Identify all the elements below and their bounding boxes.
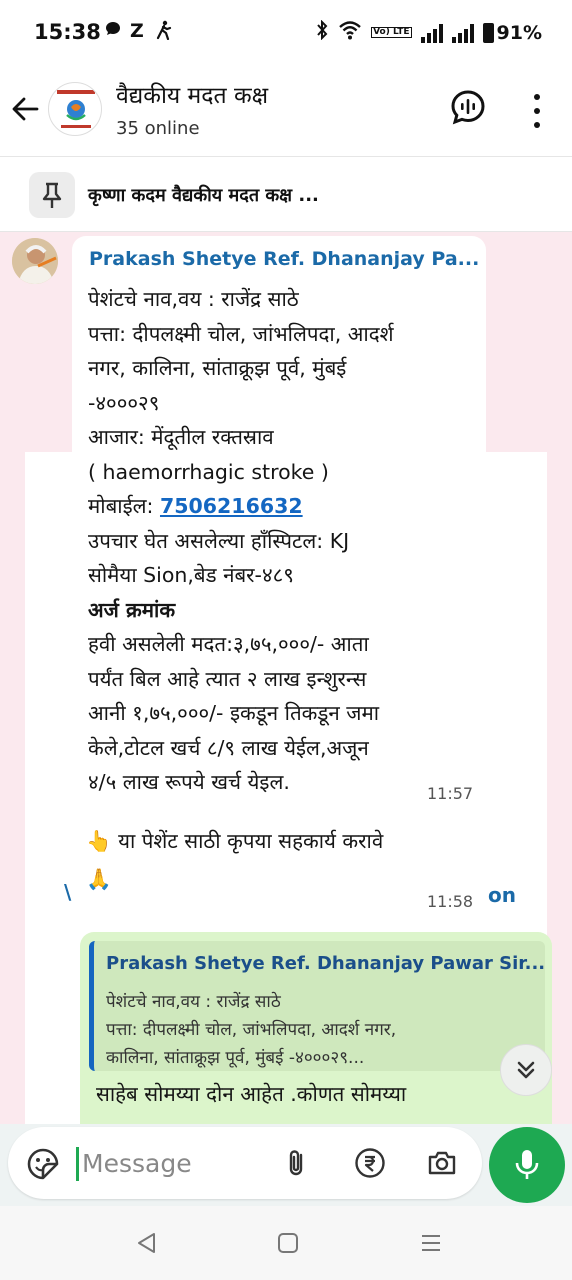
message-placeholder: Message [82,1149,192,1178]
pin-icon [29,172,75,218]
message-line: -४०००२९ [88,390,160,415]
quoted-sender: Prakash Shetye Ref. Dhananjay Pawar Sir.… [106,953,546,974]
message-line: पर्यंत बिल आहे त्यात २ लाख इन्शुरन्स [88,666,367,691]
quoted-line: पत्ता: दीपलक्ष्मी चोल, जांभलिपदा, आदर्श … [106,1020,397,1040]
scroll-to-bottom-button[interactable] [500,1044,552,1096]
message-text: 👆 या पेशेंट साठी कृपया सहकार्य करावे 🙏 [86,822,383,898]
mobile-line: मोबाईल: 7506216632 [88,489,480,524]
voice-chat-icon[interactable] [450,89,486,125]
phone-number-link[interactable]: 7506216632 [160,494,303,518]
text-cursor [76,1147,79,1181]
wifi-icon [338,20,362,45]
reply-text: साहेब सोमय्या दोन आहेत .कोणत सोमय्या [96,1082,407,1106]
more-options-icon[interactable] [526,91,548,131]
group-name[interactable]: वैद्यकीय मदत कक्ष [116,78,268,110]
mobile-label: मोबाईल: [88,494,160,518]
pinned-message-bar[interactable]: कृष्णा कदम वैद्यकीय मदत कक्ष ... [0,156,572,232]
quoted-line: कालिना, सांताक्रूझ पूर्व, मुंबई -४०००२९.… [106,1048,365,1068]
signal-icon [420,23,443,43]
double-chevron-down-icon [517,1061,535,1079]
back-arrow-icon[interactable] [10,88,40,133]
message-line: नगर, कालिना, सांताक्रूझ पूर्व, मुंबई [88,356,347,380]
message-time: 11:58 [427,892,474,911]
status-icons: Vo) LTE 91% [315,19,542,45]
camera-icon[interactable] [426,1147,458,1179]
message-time: 11:57 [427,784,474,803]
application-heading: अर्ज क्रमांक [88,597,176,622]
status-bar: 15:38 Z Vo) LTE 91% [0,0,572,66]
message-bubble[interactable]: 👆 या पेशेंट साठी कृपया सहकार्य करावे 🙏 1… [72,812,486,916]
system-navigation-bar [0,1206,572,1280]
microphone-button[interactable] [489,1127,565,1203]
sender-name[interactable]: Prakash Shetye Ref. Dhananjay Pa... [89,248,479,270]
composer-bar: Message [0,1124,572,1206]
battery-percent: 91% [496,21,542,44]
quoted-message[interactable]: Prakash Shetye Ref. Dhananjay Pawar Sir.… [89,941,545,1071]
quoted-line: पेशंटचे नाव,वय : राजेंद्र साठे [106,992,281,1012]
recents-nav-icon[interactable] [418,1230,444,1256]
message-line: हवी असलेली मदत:३,७५,०००/- आता [88,632,369,656]
message-line: या पेशेंट साठी कृपया सहकार्य करावे [118,829,384,853]
signal-icon [451,23,474,43]
outgoing-message-bubble[interactable]: Prakash Shetye Ref. Dhananjay Pawar Sir.… [80,932,552,1124]
message-bubble[interactable]: Prakash Shetye Ref. Dhananjay Pa... पेशं… [72,236,486,806]
online-count: 35 online [116,118,200,139]
battery-icon [482,22,494,43]
pointing-up-emoji: 👆 [86,829,112,853]
message-line: आनी १,७५,०००/- इकडून तिकडून जमा [88,701,380,725]
home-nav-icon[interactable] [275,1230,301,1256]
sender-avatar[interactable] [12,238,58,284]
chat-area[interactable]: \ on Prakash Shetye Ref. Dhananjay Pa...… [0,232,572,1124]
attach-icon[interactable] [280,1147,312,1179]
partial-text-fragment: on [488,883,516,907]
message-line: ४/५ लाख रूपये खर्च येइल. [88,770,290,794]
message-line: पेशंटचे नाव,वय : राजेंद्र साठे [88,287,299,311]
message-input[interactable]: Message [8,1127,482,1199]
chat-header: वैद्यकीय मदत कक्ष 35 online [0,66,572,156]
message-line: सोमैया Sion,बेड नंबर-४८९ [88,563,294,587]
bluetooth-icon [315,19,329,45]
rupee-payment-icon[interactable] [354,1147,386,1179]
status-time: 15:38 [34,20,101,44]
volte-icon: Vo) LTE [371,27,412,38]
message-text: पेशंटचे नाव,वय : राजेंद्र साठे पत्ता: दी… [88,282,480,800]
chat-notification-icon [104,20,122,43]
folded-hands-emoji: 🙏 [86,867,112,891]
message-line: आजार: मेंदूतील रक्तस्राव [88,425,274,449]
battery-indicator: 91% [482,21,542,44]
sticker-icon[interactable] [26,1147,60,1181]
microphone-icon [515,1150,539,1179]
walking-icon [154,20,172,45]
message-line: उपचार घेत असलेल्या हाँस्पिटल: KJ [88,528,350,553]
back-nav-icon[interactable] [134,1230,160,1256]
pinned-message-text: कृष्णा कदम वैद्यकीय मदत कक्ष ... [88,185,319,206]
message-line: ( haemorrhagic stroke ) [88,459,329,484]
z-icon: Z [130,20,144,42]
partial-text-fragment: \ [64,880,72,904]
group-avatar[interactable] [48,82,102,136]
message-line: पत्ता: दीपलक्ष्मी चोल, जांभलिपदा, आदर्श [88,321,394,346]
message-line: केले,टोटल खर्च ८/९ लाख येईल,अजून [88,735,369,760]
